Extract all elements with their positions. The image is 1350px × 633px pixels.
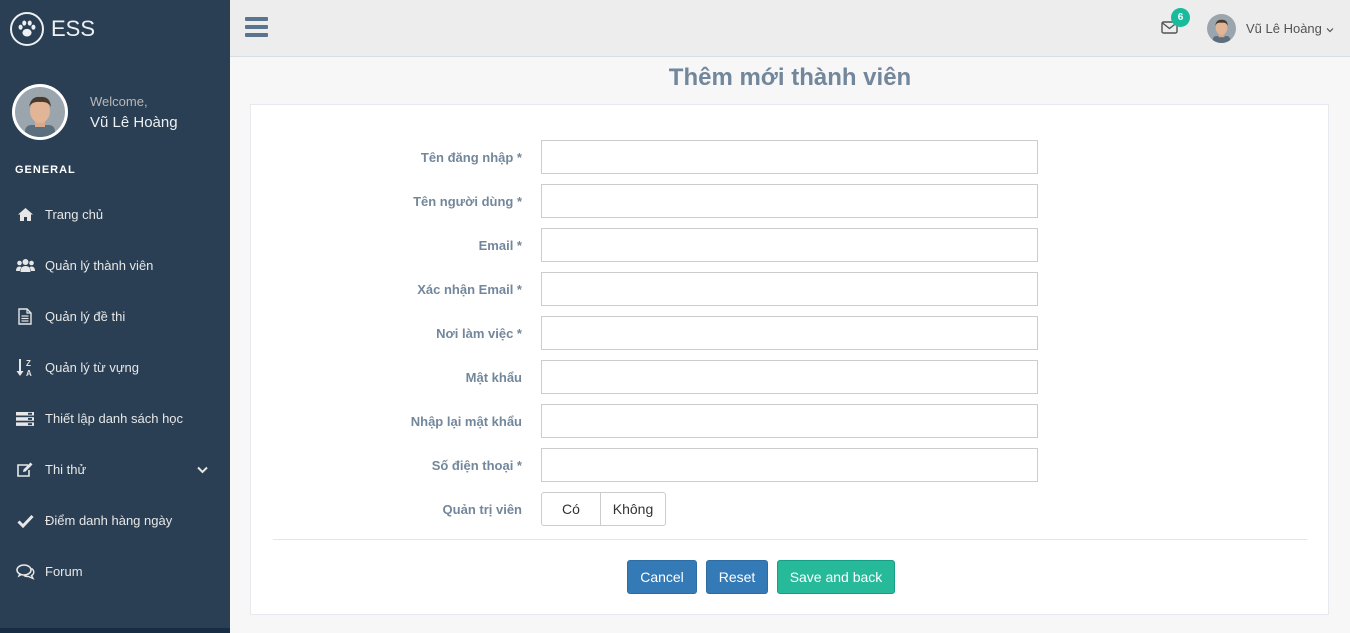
username-label: Tên đăng nhập * [420, 150, 522, 165]
phone-row: Số điện thoại * [251, 448, 1330, 482]
confirm-password-input[interactable] [541, 404, 1038, 438]
check-icon [15, 511, 35, 531]
confirm-email-label: Xác nhận Email * [417, 282, 522, 297]
username-row: Tên đăng nhập * [251, 140, 1330, 174]
sidebar-item-label: Quản lý từ vựng [45, 360, 140, 375]
sidebar-item-vocabulary[interactable]: ZA Quản lý từ vựng [0, 342, 230, 393]
sidebar-item-attendance[interactable]: Điểm danh hàng ngày [0, 495, 230, 546]
sidebar-item-label: Forum [45, 564, 83, 579]
cancel-button[interactable]: Cancel [627, 560, 697, 594]
svg-text:A: A [26, 369, 32, 377]
menu-section-title: GENERAL [15, 164, 76, 176]
confirm-email-input[interactable] [541, 272, 1038, 306]
sidebar-item-forum[interactable]: Forum [0, 546, 230, 597]
save-and-back-button[interactable]: Save and back [777, 560, 895, 594]
sidebar-item-label: Quản lý thành viên [45, 258, 154, 273]
sidebar: ESS Welcome, Vũ Lê Hoàng GENERAL Trang c… [0, 0, 230, 633]
phone-label: Số điện thoại * [431, 458, 522, 473]
user-dropdown[interactable]: Vũ Lê Hoàng [1207, 14, 1334, 43]
display-name-input[interactable] [541, 184, 1038, 218]
email-input[interactable] [541, 228, 1038, 262]
comments-icon [15, 562, 35, 582]
workplace-row: Nơi làm việc * [251, 316, 1330, 350]
sort-alpha-icon: ZA [15, 358, 35, 378]
confirm-password-label: Nhập lại mật khẩu [410, 414, 522, 429]
home-icon [15, 205, 35, 225]
top-navbar: 6 Vũ Lê Hoàng [230, 0, 1350, 57]
username-input[interactable] [541, 140, 1038, 174]
email-label: Email * [478, 238, 522, 253]
sidebar-item-label: Thiết lập danh sách học [45, 411, 184, 426]
display-name-label: Tên người dùng * [413, 194, 522, 209]
sidebar-item-label: Quản lý đề thi [45, 309, 126, 324]
admin-toggle: Có Không [541, 492, 666, 526]
notification-badge: 6 [1171, 8, 1190, 27]
password-label: Mật khẩu [465, 370, 522, 385]
sidebar-footer [0, 628, 230, 633]
workplace-input[interactable] [541, 316, 1038, 350]
phone-input[interactable] [541, 448, 1038, 482]
form-panel: Tên đăng nhập * Tên người dùng * Email *… [250, 104, 1329, 615]
svg-text:Z: Z [26, 359, 31, 368]
sidebar-item-study-list[interactable]: Thiết lập danh sách học [0, 393, 230, 444]
user-avatar [1207, 14, 1236, 43]
paw-icon [10, 11, 44, 46]
password-input[interactable] [541, 360, 1038, 394]
welcome-text: Welcome, [90, 93, 148, 109]
sidebar-menu: Trang chủ Quản lý thành viên Quản lý đề … [0, 189, 230, 597]
divider [273, 539, 1307, 540]
avatar [12, 84, 68, 140]
sidebar-item-home[interactable]: Trang chủ [0, 189, 230, 240]
brand-title: ESS [51, 15, 96, 41]
reset-button[interactable]: Reset [706, 560, 768, 594]
profile: Welcome, Vũ Lê Hoàng [0, 57, 230, 147]
document-icon [15, 307, 35, 327]
email-row: Email * [251, 228, 1330, 262]
workplace-label: Nơi làm việc * [436, 326, 522, 341]
brand[interactable]: ESS [0, 0, 230, 57]
chevron-down-icon [1326, 20, 1334, 38]
admin-label: Quản trị viên [442, 502, 522, 517]
users-icon [15, 256, 35, 276]
admin-row: Quản trị viên Có Không [251, 492, 1330, 526]
confirm-password-row: Nhập lại mật khẩu [251, 404, 1330, 438]
sidebar-item-practice-test[interactable]: Thi thử [0, 444, 230, 495]
list-icon [15, 409, 35, 429]
edit-icon [15, 460, 35, 480]
sidebar-item-label: Trang chủ [45, 207, 104, 222]
sidebar-item-exams[interactable]: Quản lý đề thi [0, 291, 230, 342]
sidebar-item-label: Thi thử [45, 462, 87, 477]
sidebar-item-members[interactable]: Quản lý thành viên [0, 240, 230, 291]
user-name: Vũ Lê Hoàng [1246, 21, 1322, 36]
admin-yes-option[interactable]: Có [541, 492, 601, 526]
sidebar-item-label: Điểm danh hàng ngày [45, 513, 173, 528]
page-title: Thêm mới thành viên [668, 64, 912, 91]
password-row: Mật khẩu [251, 360, 1330, 394]
profile-name: Vũ Lê Hoàng [90, 113, 178, 131]
chevron-down-icon[interactable] [197, 462, 208, 477]
confirm-email-row: Xác nhận Email * [251, 272, 1330, 306]
menu-toggle-icon[interactable] [245, 17, 268, 37]
admin-no-option[interactable]: Không [601, 492, 666, 526]
display-name-row: Tên người dùng * [251, 184, 1330, 218]
